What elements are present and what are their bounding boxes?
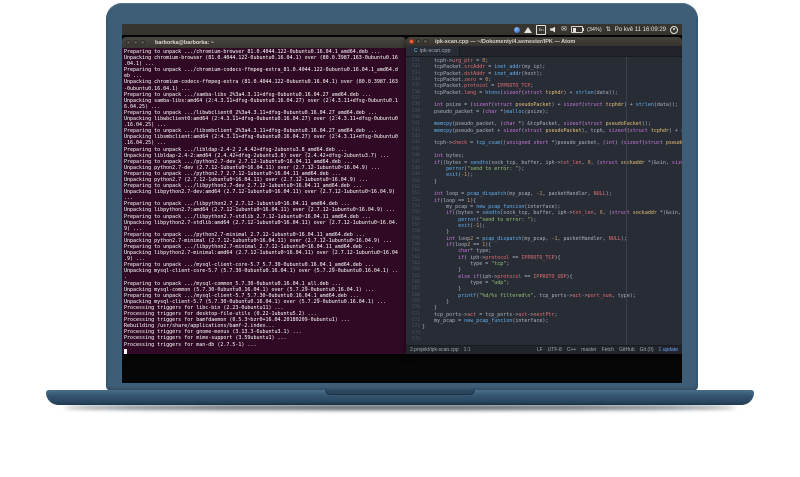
- editor-body: 531 532 533 534 535 536 537 538 539 540 541 542 543 5…: [406, 57, 682, 345]
- terminal-line: Unpacking libldap-2.4-2:amd64 (2.4.42+df…: [124, 152, 389, 159]
- volume-icon[interactable]: [550, 26, 556, 33]
- editor-close-button[interactable]: [409, 39, 414, 44]
- terminal-cursor: [124, 348, 127, 354]
- terminal-line: Unpacking libpython2.7-stdlib:amd64 (2.7…: [124, 219, 398, 226]
- editor-titlebar[interactable]: ipk-scan.cpp — ~/Dokumenty/4.semester/IP…: [406, 37, 682, 46]
- statusbar-file-path[interactable]: 2.projekt/ipk-scan.cpp: [410, 347, 459, 353]
- code-line: tcph->check = tcp_csum((unsigned short *…: [422, 140, 682, 147]
- terminal-line: Unpacking libpython2.7-minimal:amd64 (2.…: [124, 250, 398, 257]
- sync-arrows-icon[interactable]: ⇅: [606, 27, 611, 33]
- statusbar-item[interactable]: master: [581, 347, 596, 353]
- terminal-line: Unpacking libpython2.7:amd64 (2.7.12-1ub…: [124, 207, 395, 214]
- session-gear-icon[interactable]: [670, 25, 678, 34]
- statusbar-item[interactable]: Git (0): [640, 347, 654, 353]
- terminal-title: barborka@barborka: ~: [155, 39, 215, 46]
- battery-percentage: (34%): [587, 26, 602, 33]
- wrap-guide: [626, 57, 627, 345]
- statusbar-cursor-position[interactable]: 1:1: [464, 347, 471, 353]
- battery-icon[interactable]: [571, 26, 585, 33]
- tab-ipk-scan[interactable]: C ipk-scan.cpp: [406, 46, 460, 56]
- desktop-menubar: En ✉ (34%) ⇅ Po kvě 11 16:09:29: [122, 24, 682, 35]
- statusbar-item[interactable]: UTF-8: [548, 347, 562, 353]
- terminal-line: Preparing to unpack .../samba-libs_2%3a4…: [124, 91, 371, 98]
- terminal-output: Preparing to unpack .../chromium-browser…: [122, 48, 406, 354]
- messages-icon[interactable]: ✉: [561, 26, 567, 33]
- editor-gutter: 531 532 533 534 535 536 537 538 539 540 541 542 543 5…: [406, 57, 422, 345]
- editor-maximize-button[interactable]: [423, 39, 428, 44]
- clock[interactable]: Po kvě 11 16:09:29: [615, 27, 666, 33]
- laptop-lid: En ✉ (34%) ⇅ Po kvě 11 16:09:29 barborka…: [106, 3, 698, 391]
- terminal-minimize-button[interactable]: [133, 40, 138, 45]
- laptop-base-notch: [325, 390, 475, 395]
- statusbar-item[interactable]: Fetch: [602, 347, 615, 353]
- tab-label: ipk-scan.cpp: [419, 48, 451, 54]
- terminal-line: Preparing to unpack .../python2.7-minima…: [124, 231, 365, 238]
- wifi-icon[interactable]: [524, 26, 533, 33]
- statusbar-item[interactable]: 1 update: [659, 347, 678, 353]
- terminal-maximize-button[interactable]: [140, 40, 145, 45]
- laptop-mockup: En ✉ (34%) ⇅ Po kvě 11 16:09:29 barborka…: [0, 0, 800, 477]
- terminal-line: Unpacking python2.7-dev (2.7.12-1ubuntu0…: [124, 164, 380, 171]
- screen: En ✉ (34%) ⇅ Po kvě 11 16:09:29 barborka…: [122, 24, 682, 383]
- laptop-shadow: [64, 405, 736, 410]
- code-line: int psize = (sizeof(struct pseudoPacket)…: [434, 102, 678, 109]
- terminal-titlebar[interactable]: barborka@barborka: ~: [122, 37, 406, 48]
- terminal-line: Unpacking chromium-codecs-ffmpeg-extra (…: [124, 79, 398, 86]
- terminal-line: Preparing to unpack .../chromium-codecs-…: [124, 67, 398, 74]
- editor-tabbar: C ipk-scan.cpp: [406, 46, 682, 57]
- editor-statusbar: 2.projekt/ipk-scan.cpp 1:1 LF UTF-8 C++ mas…: [406, 345, 682, 354]
- terminal-line: Unpacking samba-libs:amd64 (2:4.3.11+dfs…: [124, 97, 398, 104]
- app-indicator-icon[interactable]: [514, 26, 521, 33]
- statusbar-item[interactable]: GitHub: [619, 347, 635, 353]
- editor-window: ipk-scan.cpp — ~/Dokumenty/4.semester/IP…: [406, 37, 682, 354]
- laptop-base: [46, 390, 754, 405]
- terminal-line: Unpacking libpython2.7-dev:amd64 (2.7.12…: [124, 189, 395, 196]
- statusbar-item[interactable]: LF: [537, 347, 543, 353]
- keyboard-layout-indicator[interactable]: En: [536, 24, 547, 35]
- terminal-line: Unpacking mysql-client-core-5.7 (5.7.30-…: [124, 268, 398, 275]
- editor-minimize-button[interactable]: [416, 39, 421, 44]
- editor-title: ipk-scan.cpp — ~/Dokumenty/4.semester/IP…: [435, 38, 576, 45]
- terminal-line: Unpacking mysql-common (5.7.30-0ubuntu0.…: [124, 286, 374, 293]
- cpp-file-icon: C: [414, 48, 418, 54]
- terminal-line: Unpacking chromium-browser (81.0.4044.12…: [124, 55, 398, 62]
- terminal-line: Preparing to unpack .../libpython2.7-std…: [124, 213, 371, 220]
- statusbar-item[interactable]: C++: [567, 347, 576, 353]
- terminal-window: barborka@barborka: ~ Preparing to unpack…: [122, 37, 406, 354]
- terminal-close-button[interactable]: [126, 40, 131, 45]
- line-number: 575: [411, 337, 420, 343]
- editor-code[interactable]: tcph->urg_ptr = 0; tcpPacket.srcAddr = i…: [422, 57, 682, 345]
- code-line: memcpy(pseudo_packet + sizeof(struct pse…: [434, 127, 682, 134]
- terminal-cursor-line: [124, 348, 404, 354]
